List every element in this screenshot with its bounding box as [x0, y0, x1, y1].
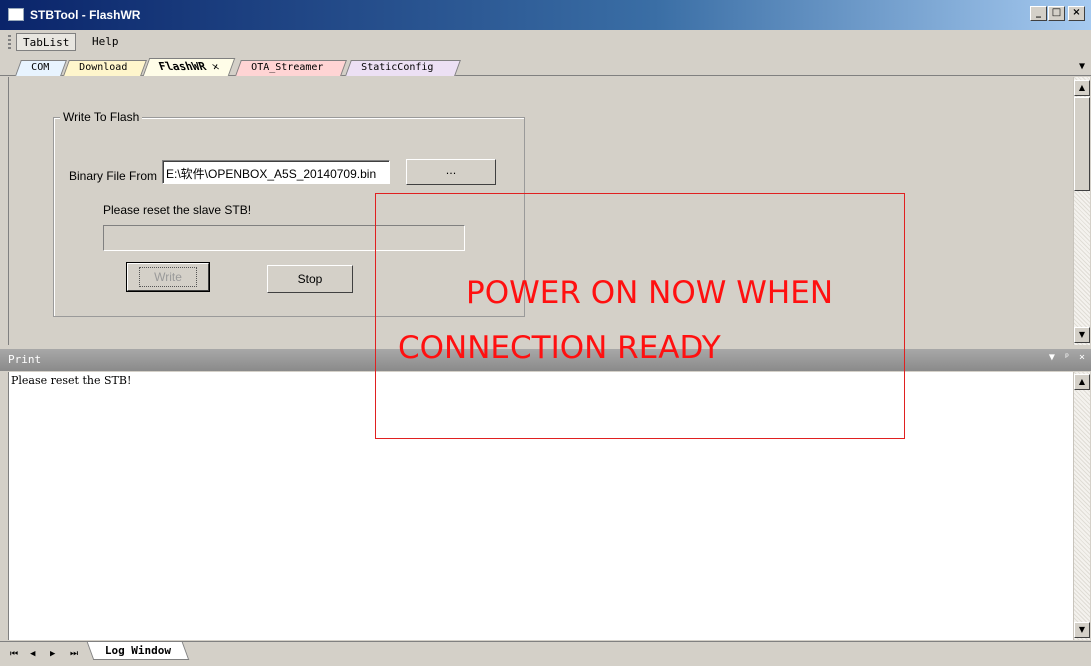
minimize-button[interactable]: _	[1030, 6, 1047, 21]
tab-staticconfig[interactable]: StaticConfig	[345, 60, 461, 76]
annotation-line-2: CONNECTION READY	[398, 330, 721, 366]
title-bar: STBTool - FlashWR _ □ ×	[0, 0, 1091, 30]
group-title: Write To Flash	[60, 110, 143, 124]
menu-help[interactable]: Help	[86, 33, 125, 51]
write-button[interactable]: Write	[126, 262, 210, 292]
prev-tab-icon[interactable]: ◀	[30, 649, 35, 659]
tab-strip: COM Download FlashWR ✕ OTA_Streamer Stat…	[0, 56, 1091, 76]
tab-com[interactable]: COM	[15, 60, 67, 76]
last-tab-icon[interactable]: ⏭	[70, 649, 78, 659]
next-tab-icon[interactable]: ▶	[50, 649, 55, 659]
top-scrollbar[interactable]: ▲ ▼	[1073, 77, 1090, 345]
print-panel-title: Print	[8, 353, 42, 366]
first-tab-icon[interactable]: ⏮	[10, 649, 18, 659]
tab-ota-streamer[interactable]: OTA_Streamer	[235, 60, 347, 76]
scroll-thumb[interactable]	[1074, 97, 1090, 191]
panel-close-icon[interactable]: ×	[1079, 352, 1085, 363]
scroll-down-icon[interactable]: ▼	[1074, 327, 1090, 343]
window-title: STBTool - FlashWR	[30, 8, 141, 22]
browse-button[interactable]: ...	[406, 159, 496, 185]
tab-close-icon[interactable]: ✕	[210, 60, 221, 73]
bottom-tab-strip: ⏮ ◀ ▶ ⏭ Log Window	[0, 641, 1091, 666]
menu-tablist[interactable]: TabList	[16, 33, 77, 51]
scroll-up-icon[interactable]: ▲	[1074, 374, 1090, 390]
binary-path-input[interactable]: E:\软件\OPENBOX_A5S_20140709.bin	[162, 160, 390, 184]
app-icon	[8, 8, 24, 21]
panel-menu-icon[interactable]: ▼	[1049, 352, 1055, 363]
window-controls: _ □ ×	[1030, 6, 1085, 21]
tab-flashwr[interactable]: FlashWR ✕	[142, 58, 236, 76]
scroll-down-icon[interactable]: ▼	[1074, 622, 1090, 638]
menu-bar: TabList Help	[0, 30, 1091, 54]
maximize-button[interactable]: □	[1048, 6, 1065, 21]
toolbar-grip-icon[interactable]	[8, 35, 11, 49]
tab-list-dropdown-icon[interactable]: ▼	[1079, 61, 1085, 72]
tab-log-window[interactable]: Log Window	[86, 642, 190, 660]
binary-file-label: Binary File From	[69, 169, 158, 183]
tab-download[interactable]: Download	[63, 60, 147, 76]
stop-button[interactable]: Stop	[267, 265, 353, 293]
status-text: Please reset the slave STB!	[103, 203, 252, 217]
close-button[interactable]: ×	[1068, 6, 1085, 21]
annotation-line-1: POWER ON NOW WHEN	[466, 275, 834, 311]
annotation-box	[375, 193, 905, 439]
pin-icon[interactable]: ᵖ	[1064, 352, 1070, 363]
log-scrollbar[interactable]: ▲ ▼	[1073, 372, 1090, 640]
scroll-up-icon[interactable]: ▲	[1074, 80, 1090, 96]
